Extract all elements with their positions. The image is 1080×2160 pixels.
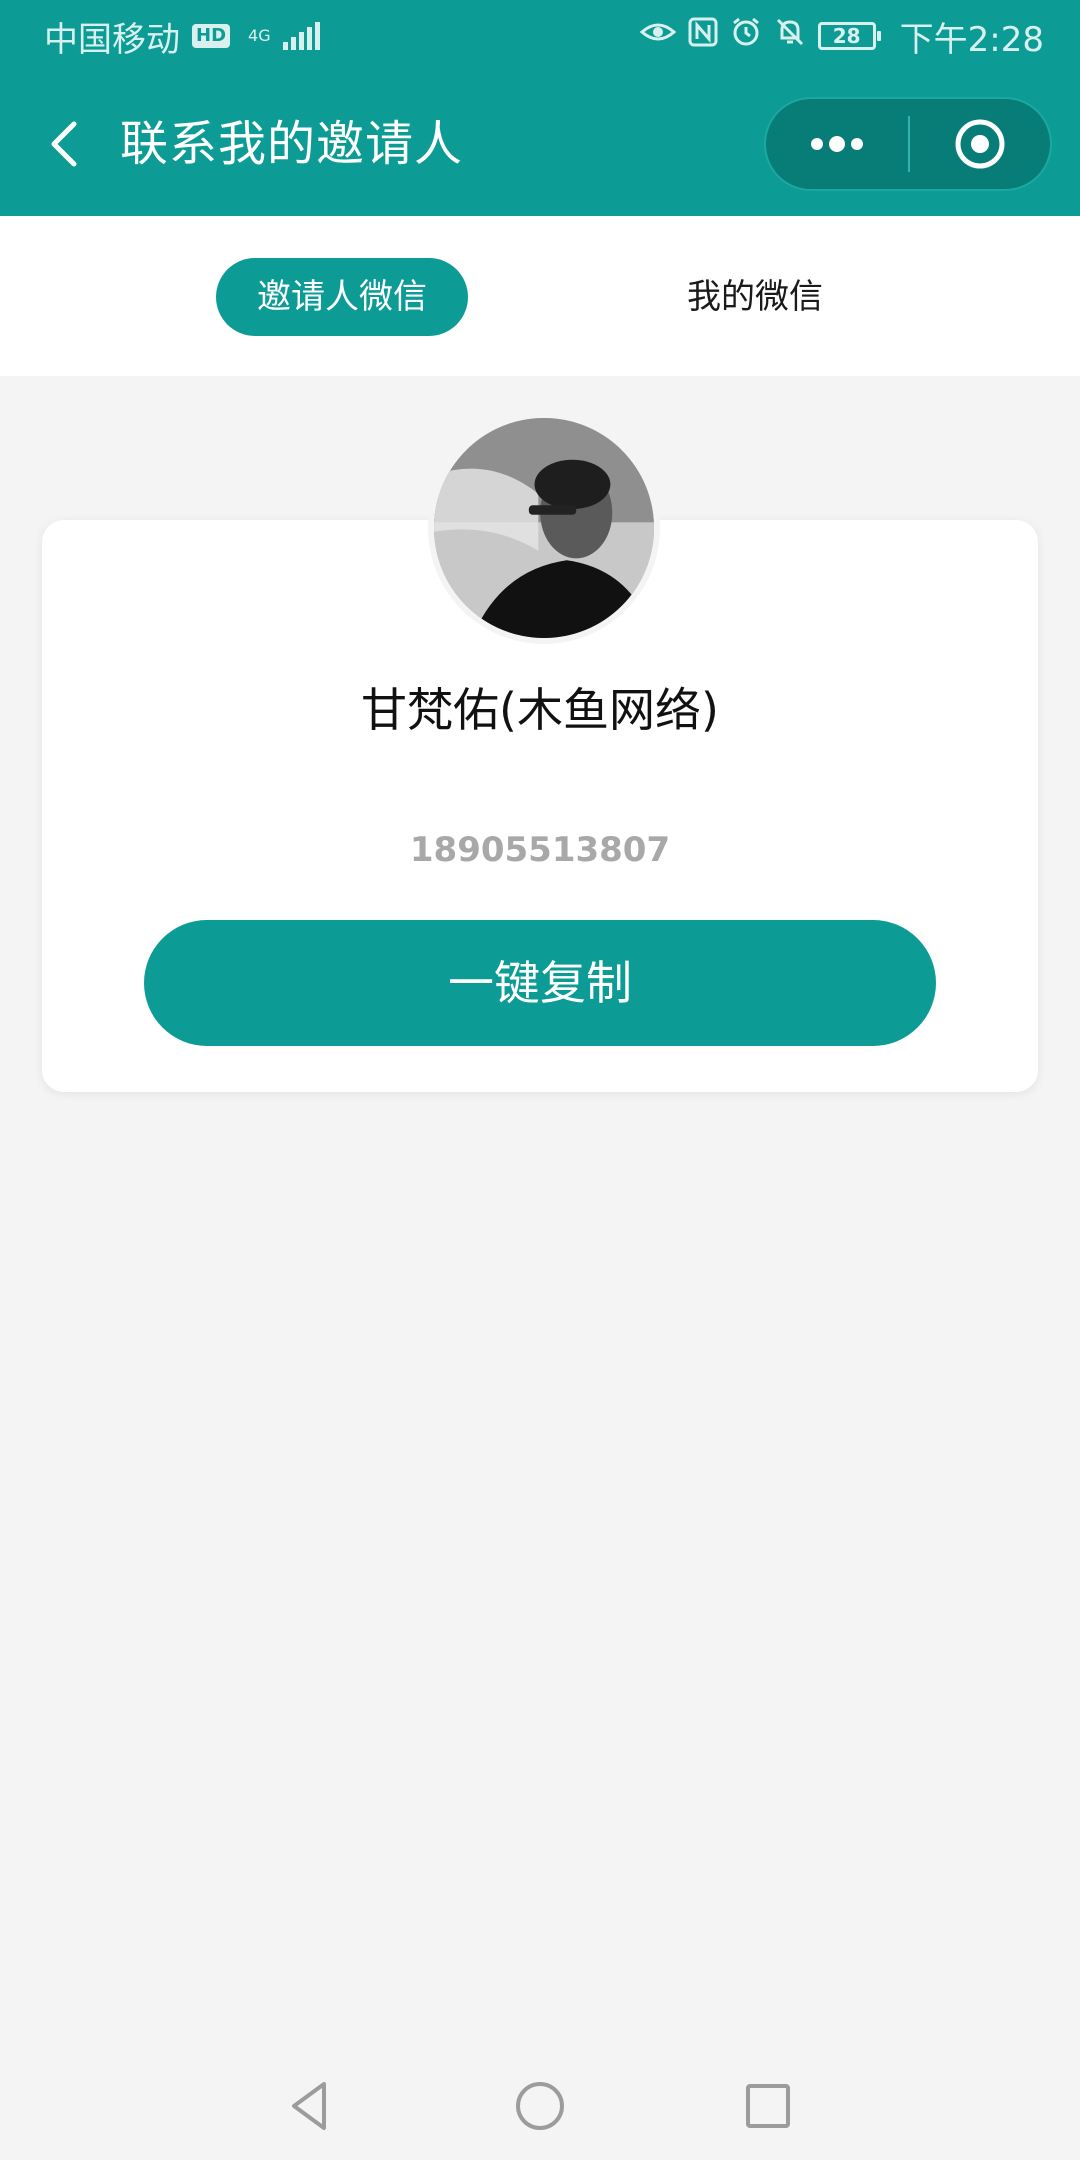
nav-recent-icon[interactable] (738, 2076, 798, 2136)
signal-icon (282, 22, 320, 50)
app-header: 联系我的邀请人 (0, 72, 1080, 216)
status-left: 中国移动 HD 4G (44, 12, 320, 61)
back-icon[interactable] (40, 116, 96, 172)
status-bar: 中国移动 HD 4G 28 下午2:28 (0, 0, 1080, 72)
network-type: 4G (248, 26, 271, 45)
inviter-name: 甘梵佑(木鱼网络) (361, 683, 719, 737)
battery-icon: 28 (817, 22, 881, 50)
status-time: 下午2:28 (899, 19, 1044, 60)
eye-icon (639, 18, 676, 54)
copy-button[interactable]: 一键复制 (144, 920, 936, 1046)
tab-my-wechat[interactable]: 我的微信 (650, 258, 860, 336)
page-title: 联系我的邀请人 (120, 116, 464, 172)
nfc-icon (688, 17, 718, 55)
nav-back-icon[interactable] (280, 2076, 340, 2136)
nav-home-icon[interactable] (510, 2076, 570, 2136)
avatar (428, 412, 660, 644)
carrier-name: 中国移动 (44, 19, 180, 60)
inviter-phone: 18905513807 (409, 830, 671, 870)
hd-badge: HD (192, 24, 231, 48)
mini-program-capsule (764, 97, 1052, 191)
tab-bar: 邀请人微信 我的微信 (0, 216, 1080, 376)
mute-bell-icon (774, 16, 806, 56)
system-nav-bar (0, 2040, 1080, 2160)
close-target-icon[interactable] (910, 99, 1050, 189)
status-right: 28 下午2:28 (639, 12, 1044, 61)
more-icon[interactable] (766, 99, 908, 189)
tab-inviter-wechat[interactable]: 邀请人微信 (216, 258, 468, 336)
alarm-icon (730, 16, 762, 56)
